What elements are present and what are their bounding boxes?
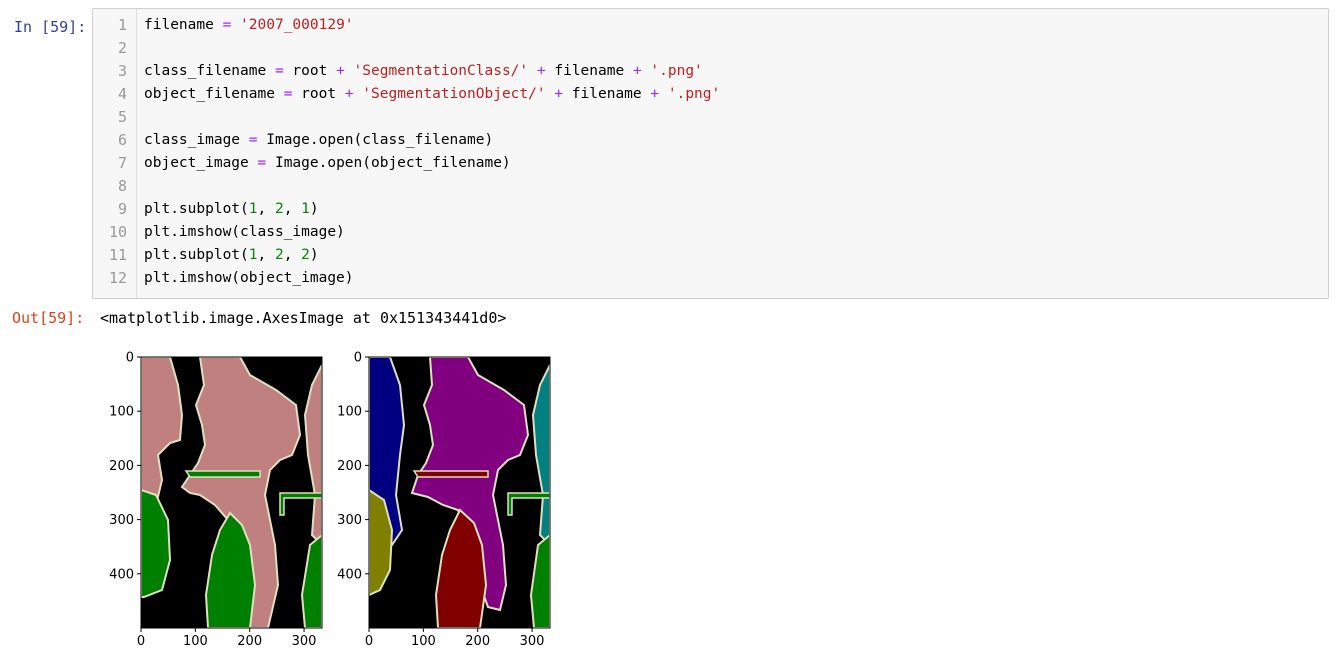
y-tick-label: 0 [354,351,362,366]
y-tick-label: 300 [337,513,362,528]
code-token: '2007_000129' [240,17,354,33]
code-token: 1 [248,247,258,263]
code-token: plt.subplot( [144,201,249,217]
code-token: 2 [301,247,310,263]
input-prompt: In [59]: [14,18,87,36]
line-number: 8 [117,177,127,195]
code-editor[interactable]: 1 2 3 4 5 6 7 8 9 10 11 12 filename = '2007_000129'… [92,8,1329,299]
y-tick-label: 200 [109,459,134,474]
x-tick-label: 300 [292,634,317,649]
code-token: class_image [144,132,249,148]
code-token: + [554,86,564,102]
code-token: = [222,17,232,33]
x-tick-label: 100 [411,634,436,649]
code-token: root [292,86,345,102]
code-token: '.png' [667,86,721,102]
code-token: object_filename [144,86,284,102]
code-token: Image.open(class_filename) [257,132,494,148]
code-token: 2 [274,247,284,263]
x-tick-label: 200 [465,634,490,649]
code-token: , [283,247,302,263]
line-number: 2 [117,39,127,57]
code-line: class_image = Image.open(class_filename) [144,129,493,152]
object-image-axes: 0 100 200 300 400 0 100 200 300 [337,351,551,649]
code-token: filename [144,17,223,33]
code-token: Image.open(object_filename) [266,155,511,171]
x-tick-label: 300 [520,634,545,649]
code-line: class_filename = root + 'SegmentationCla… [144,60,703,83]
y-tick-label: 100 [337,405,362,420]
handlebar-maroon [412,470,489,478]
code-token: , [257,201,275,217]
code-token: = [274,63,284,79]
notebook-cell: In [59]: 1 2 3 4 5 6 7 8 9 10 11 12 filename = '200… [0,0,1344,667]
code-token: '.png' [650,63,703,79]
x-tick-label: 0 [137,634,145,649]
code-line: filename = '2007_000129' [144,14,354,37]
y-tick-label: 0 [126,351,134,366]
code-token: ) [309,247,319,263]
code-token: filename [545,63,633,79]
code-line: plt.imshow(class_image) [144,221,345,244]
class-segmentation-image [141,357,322,628]
line-number: 4 [117,85,127,103]
line-number: 6 [117,131,127,149]
code-token: + [650,86,660,102]
line-number: 11 [108,246,127,264]
line-number: 10 [108,223,127,241]
code-token: = [257,155,267,171]
output-prompt: Out[59]: [12,309,85,327]
y-tick-label: 200 [337,459,362,474]
code-line: plt.imshow(object_image) [144,267,354,290]
code-token: + [632,63,642,79]
y-tick-label: 300 [109,513,134,528]
handlebar-left [184,470,261,478]
code-token: root [283,63,337,79]
line-number: 9 [117,200,127,218]
code-token: = [248,132,258,148]
code-token: plt.imshow(object_image) [144,270,354,286]
code-token: object_image [144,155,258,171]
code-token: + [344,86,354,102]
line-number: 7 [117,154,127,172]
matplotlib-figure: 0 100 200 300 400 0 100 200 300 0 100 200 300 400 0 10… [109,351,551,649]
code-token: + [336,63,345,79]
output-repr: <matplotlib.image.AxesImage at 0x1513434… [100,309,507,327]
code-token: ) [309,201,319,217]
code-line: plt.subplot(1, 2, 1) [144,198,319,221]
code-line: plt.subplot(1, 2, 2) [144,244,319,267]
code-token: 'SegmentationObject/' [362,86,546,102]
code-token: class_filename [144,63,275,79]
line-number: 5 [117,108,127,126]
y-tick-label: 400 [337,567,362,582]
code-line: object_filename = root + 'SegmentationOb… [144,83,720,106]
line-number-gutter: 1 2 3 4 5 6 7 8 9 10 11 12 [93,9,137,298]
code-token: 2 [274,201,284,217]
code-token: , [283,201,302,217]
object-segmentation-image [369,357,550,628]
y-tick-label: 100 [109,405,134,420]
line-number: 1 [117,16,127,34]
line-number: 12 [108,269,127,287]
x-tick-label: 200 [237,634,262,649]
class-image-axes: 0 100 200 300 400 0 100 200 300 [109,351,323,649]
x-tick-label: 0 [365,634,373,649]
code-token: , [257,247,275,263]
code-token: filename [563,86,651,102]
line-number: 3 [117,62,127,80]
code-line: object_image = Image.open(object_filenam… [144,152,511,175]
x-tick-label: 100 [183,634,208,649]
code-token: 1 [301,201,310,217]
code-token: 1 [248,201,258,217]
code-token: + [536,63,546,79]
code-token: 'SegmentationClass/' [353,63,529,79]
code-token: plt.subplot( [144,247,249,263]
code-token: plt.imshow(class_image) [144,224,345,240]
y-tick-label: 400 [109,567,134,582]
